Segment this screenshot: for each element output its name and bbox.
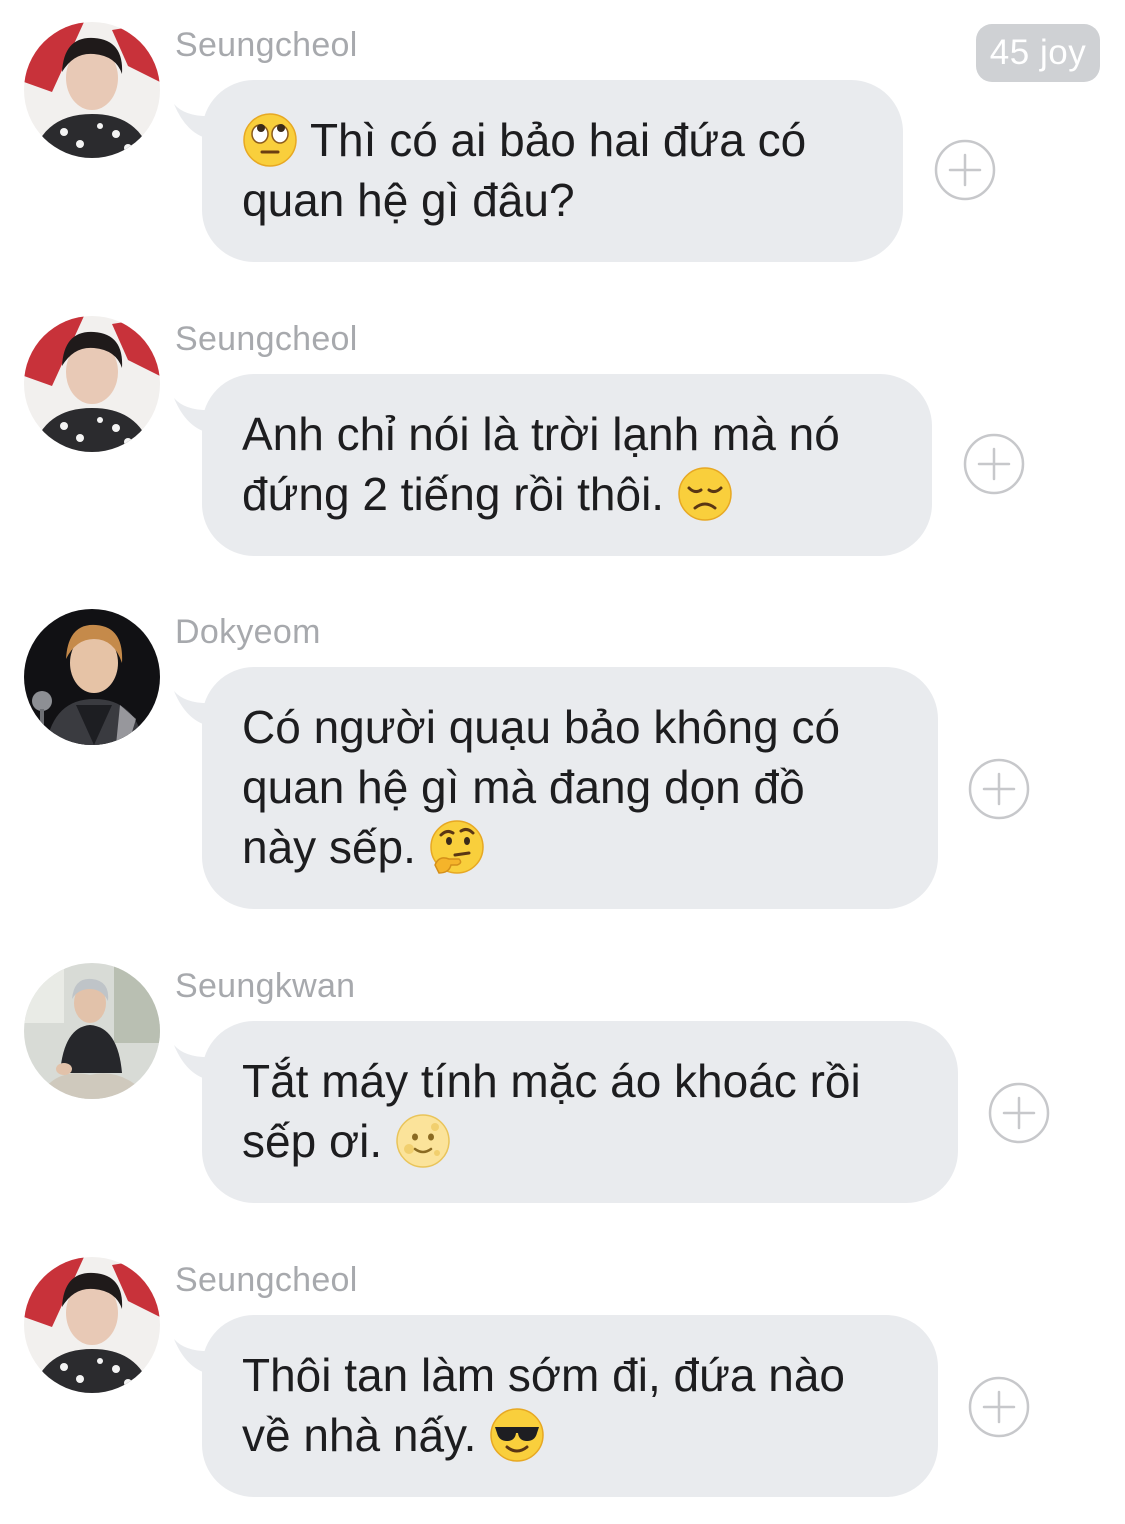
sender-name: Seungcheol [175, 320, 358, 358]
avatar[interactable] [24, 609, 160, 745]
message-text: Thì có ai bảo hai đứa có [309, 114, 807, 166]
message-item: Seungcheol Thì có ai bảo hai đứa có quan… [0, 22, 1125, 267]
disappointed-face-emoji [677, 466, 733, 522]
message-text: Có người quạu bảo không có [242, 701, 841, 753]
message-text: sếp ơi. [242, 1115, 383, 1167]
message-item: Seungcheol Anh chỉ nói là trời lạnh mà n… [0, 316, 1125, 561]
avatar[interactable] [24, 22, 160, 158]
sender-name: Seungcheol [175, 26, 358, 64]
full-moon-face-emoji [395, 1113, 451, 1169]
message-text: về nhà nấy. [242, 1409, 477, 1461]
message-bubble[interactable]: Có người quạu bảo không có quan hệ gì mà… [202, 667, 938, 909]
message-text: đứng 2 tiếng rồi thôi. [242, 468, 665, 520]
message-text: Thôi tan làm sớm đi, đứa nào [242, 1349, 846, 1401]
message-text: này sếp. [242, 821, 416, 873]
message-item: Dokyeom Có người quạu bảo không có quan … [0, 609, 1125, 914]
add-reaction-icon[interactable] [968, 758, 1030, 820]
add-reaction-icon[interactable] [934, 139, 996, 201]
thinking-face-emoji [429, 819, 485, 875]
add-reaction-icon[interactable] [988, 1082, 1050, 1144]
sender-name: Seungcheol [175, 1261, 358, 1299]
message-item: Seungkwan Tắt máy tính mặc áo khoác rồi … [0, 963, 1125, 1208]
smiling-face-with-sunglasses-emoji [489, 1407, 545, 1463]
message-bubble[interactable]: Thôi tan làm sớm đi, đứa nào về nhà nấy. [202, 1315, 938, 1497]
message-text: Tắt máy tính mặc áo khoác rồi [242, 1055, 861, 1107]
message-item: Seungcheol Thôi tan làm sớm đi, đứa nào … [0, 1257, 1125, 1502]
avatar[interactable] [24, 316, 160, 452]
avatar[interactable] [24, 1257, 160, 1393]
message-bubble[interactable]: Tắt máy tính mặc áo khoác rồi sếp ơi. [202, 1021, 958, 1203]
sender-name: Seungkwan [175, 967, 356, 1005]
message-text: quan hệ gì đâu? [242, 174, 575, 226]
add-reaction-icon[interactable] [968, 1376, 1030, 1438]
sender-name: Dokyeom [175, 613, 321, 651]
avatar[interactable] [24, 963, 160, 1099]
message-text: quan hệ gì mà đang dọn đồ [242, 761, 805, 813]
message-bubble[interactable]: Thì có ai bảo hai đứa có quan hệ gì đâu? [202, 80, 903, 262]
face-with-rolling-eyes-emoji [242, 112, 298, 168]
add-reaction-icon[interactable] [963, 433, 1025, 495]
message-bubble[interactable]: Anh chỉ nói là trời lạnh mà nó đứng 2 ti… [202, 374, 932, 556]
message-text: Anh chỉ nói là trời lạnh mà nó [242, 408, 840, 460]
